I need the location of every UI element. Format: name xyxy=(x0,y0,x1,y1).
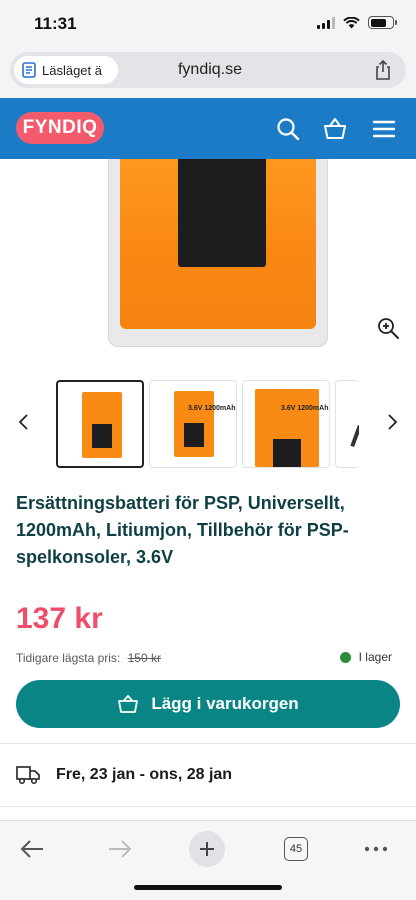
arrow-right-icon xyxy=(109,840,132,858)
thumbnail-label: 3.6V 1200mAh xyxy=(281,405,329,412)
cellular-signal-icon xyxy=(317,16,335,29)
chevron-right-icon[interactable] xyxy=(384,412,400,432)
back-button[interactable] xyxy=(16,833,48,865)
arrow-left-icon xyxy=(20,840,43,858)
wifi-icon xyxy=(343,16,360,28)
thumbnail-4[interactable] xyxy=(335,380,359,468)
reader-mode-icon xyxy=(22,62,36,78)
divider xyxy=(0,743,416,744)
site-header: FYNDIQ xyxy=(0,98,416,159)
thumbnail-battery xyxy=(184,423,204,447)
delivery-dates: Fre, 23 jan - ons, 28 jan xyxy=(56,766,233,783)
fyndiq-logo[interactable]: FYNDIQ xyxy=(16,112,104,144)
status-bar: 11:31 xyxy=(0,0,416,50)
status-icons xyxy=(317,16,397,29)
product-title: Ersättningsbatteri för PSP, Universellt,… xyxy=(16,493,349,567)
tab-count: 45 xyxy=(284,837,308,861)
reader-mode-button[interactable]: Läsläget ä xyxy=(14,56,118,84)
forward-button[interactable] xyxy=(104,833,136,865)
search-icon[interactable] xyxy=(275,116,301,142)
previous-price-value: 150 kr xyxy=(127,651,161,665)
thumbnail-image xyxy=(350,424,359,448)
product-main-image[interactable] xyxy=(0,159,416,360)
in-stock-dot-icon xyxy=(339,651,351,663)
battery-icon xyxy=(368,16,397,29)
reader-mode-label: Läsläget ä xyxy=(42,62,102,78)
thumbnail-2[interactable]: 3.6V 1200mAh xyxy=(149,380,237,468)
zoom-in-icon[interactable] xyxy=(376,316,400,340)
thumbnail-battery xyxy=(273,439,301,467)
more-dots-icon xyxy=(364,846,388,852)
thumbnail-battery xyxy=(92,424,112,448)
battery-product xyxy=(178,159,266,267)
tabs-button[interactable]: 45 xyxy=(280,833,312,865)
thumbnail-gallery: 3.6V 1200mAh 3.6V 1200mAh xyxy=(0,380,416,468)
stock-status-label: I lager xyxy=(358,650,392,664)
address-bar[interactable]: Läsläget ä fyndiq.se xyxy=(10,52,406,88)
menu-icon[interactable] xyxy=(371,116,397,142)
shopping-basket-icon xyxy=(118,695,139,713)
share-icon[interactable] xyxy=(372,59,394,81)
delivery-estimate: Fre, 23 jan - ons, 28 jan xyxy=(16,764,232,786)
previous-lowest-price: Tidigare lägsta pris: 150 kr xyxy=(16,651,161,665)
url-text[interactable]: fyndiq.se xyxy=(150,61,270,79)
product-price: 137 kr xyxy=(16,602,103,635)
previous-price-label: Tidigare lägsta pris: xyxy=(16,651,121,665)
add-to-cart-label: Lägg i varukorgen xyxy=(151,694,299,713)
new-tab-button[interactable] xyxy=(188,830,226,868)
thumbnail-3[interactable]: 3.6V 1200mAh xyxy=(242,380,330,468)
delivery-truck-icon xyxy=(16,766,40,785)
home-indicator xyxy=(134,885,282,890)
plus-icon xyxy=(189,831,225,867)
more-button[interactable] xyxy=(360,833,392,865)
thumbnail-1[interactable] xyxy=(56,380,144,468)
chevron-left-icon[interactable] xyxy=(16,412,32,432)
status-time: 11:31 xyxy=(34,14,77,33)
browser-address-area: Läsläget ä fyndiq.se xyxy=(0,50,416,98)
add-to-cart-button[interactable]: Lägg i varukorgen xyxy=(16,680,400,728)
shopping-basket-icon[interactable] xyxy=(322,116,348,142)
thumbnail-label: 3.6V 1200mAh xyxy=(188,405,236,412)
divider xyxy=(0,806,416,807)
stock-status: I lager xyxy=(339,650,392,664)
